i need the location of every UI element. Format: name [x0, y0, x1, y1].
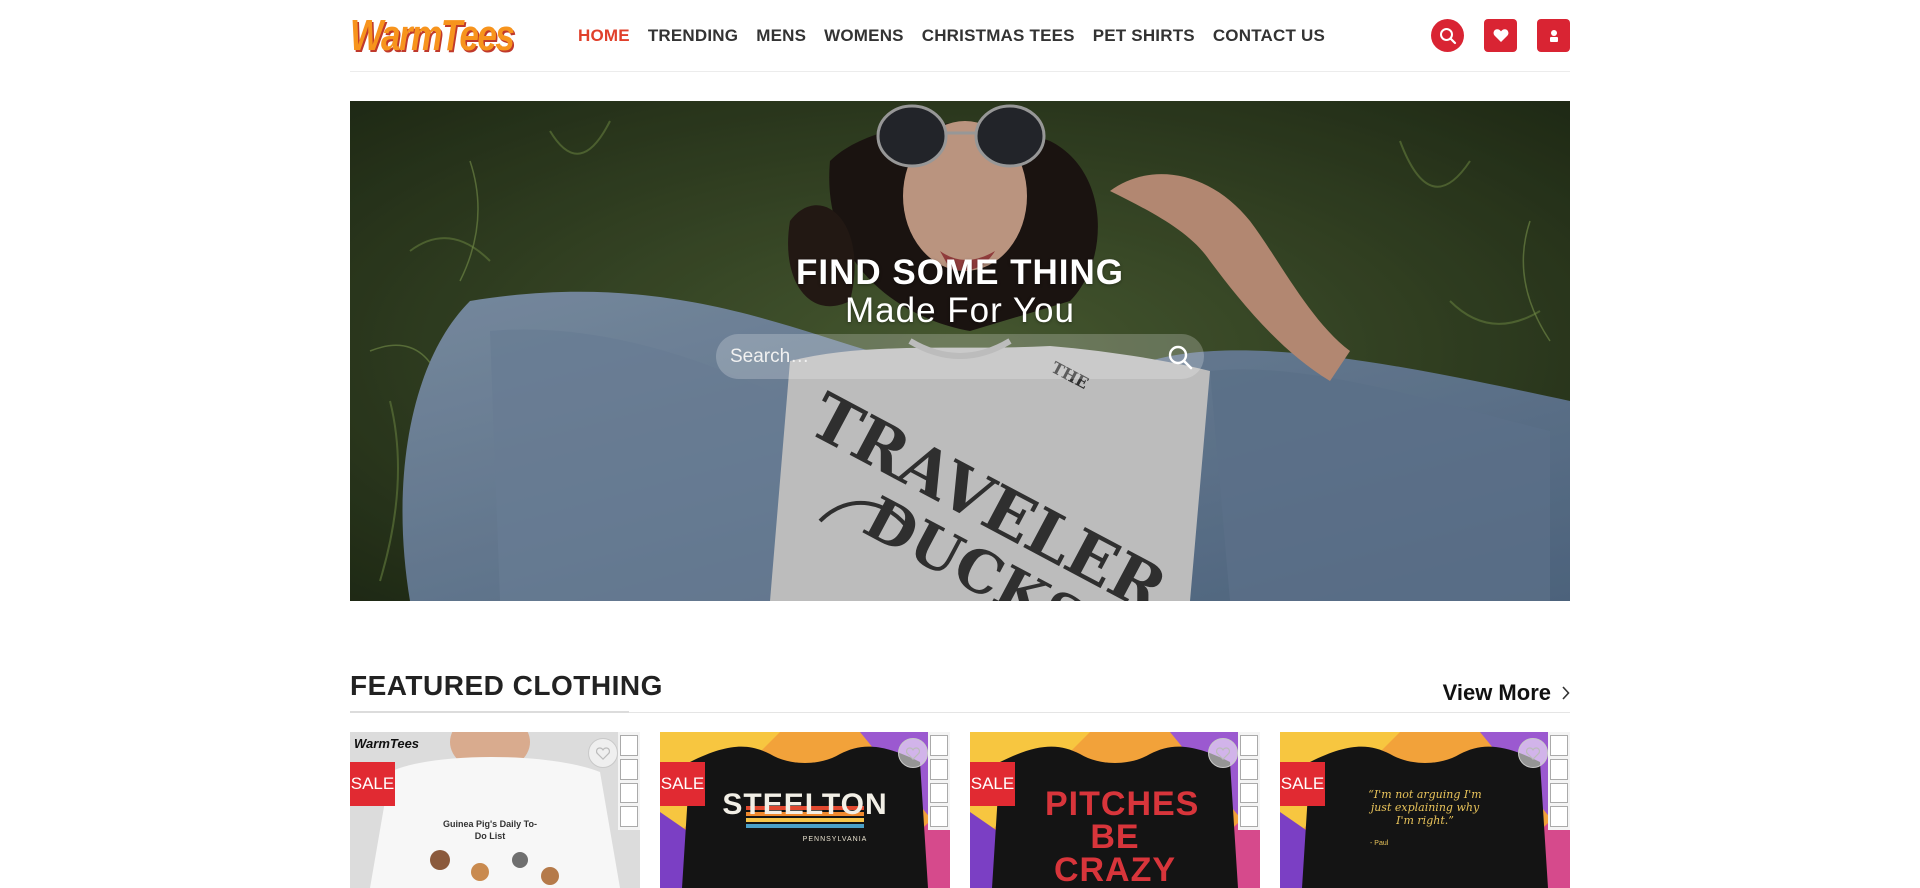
- variant-thumb[interactable]: [1550, 758, 1568, 780]
- hero-subtitle: Made For You: [845, 291, 1075, 330]
- search-button[interactable]: [1431, 19, 1464, 52]
- hero-title: FIND SOME THING: [795, 253, 1125, 292]
- nav-mens[interactable]: MENS: [756, 26, 806, 46]
- variant-thumb[interactable]: [930, 806, 948, 827]
- variant-thumb[interactable]: [930, 735, 948, 756]
- section-title-underline: [350, 711, 629, 713]
- heart-icon: [1493, 29, 1508, 42]
- chevron-right-icon: [1562, 686, 1570, 700]
- variant-thumb[interactable]: [620, 806, 638, 827]
- main-nav: HOME TRENDING MENS WOMENS CHRISTMAS TEES…: [578, 26, 1325, 46]
- heart-outline-icon: [906, 746, 920, 760]
- view-more-link[interactable]: View More: [1443, 680, 1570, 706]
- product-card[interactable]: WarmTees Guinea Pig's Daily To-Do List S…: [350, 732, 640, 888]
- sale-badge: SALE: [970, 762, 1015, 806]
- product-card[interactable]: STEELTON PENNSYLVANIA SALE: [660, 732, 950, 888]
- nav-home[interactable]: HOME: [578, 26, 630, 46]
- sale-badge: SALE: [1280, 762, 1325, 806]
- user-icon: [1549, 29, 1558, 42]
- shirt-logo: WarmTees: [354, 736, 420, 751]
- variant-thumb[interactable]: [1550, 806, 1568, 827]
- wishlist-toggle[interactable]: [1518, 738, 1548, 768]
- shirt-print-text: Guinea Pig's Daily To-Do List: [443, 819, 537, 841]
- header-actions: [1431, 19, 1570, 52]
- wishlist-toggle[interactable]: [588, 738, 618, 768]
- heart-outline-icon: [1526, 746, 1540, 760]
- variant-thumb[interactable]: [1240, 735, 1258, 756]
- variant-thumb[interactable]: [1240, 806, 1258, 827]
- wishlist-toggle[interactable]: [898, 738, 928, 768]
- site-header: WarmTees HOME TRENDING MENS WOMENS CHRIS…: [350, 0, 1570, 72]
- wishlist-button[interactable]: [1484, 19, 1517, 52]
- featured-section-title: FEATURED CLOTHING: [350, 670, 663, 701]
- shirt-print-text: “I'm not arguing I'm just explaining why…: [1368, 788, 1482, 827]
- shirt-print-subtext: - Paul: [1370, 840, 1389, 847]
- nav-contact-us[interactable]: CONTACT US: [1213, 26, 1325, 46]
- variant-thumbnails: [1238, 732, 1260, 830]
- hero-search-input[interactable]: [716, 334, 1146, 379]
- variant-thumb[interactable]: [620, 758, 638, 780]
- heart-outline-icon: [1216, 746, 1230, 760]
- sale-badge: SALE: [350, 762, 395, 806]
- variant-thumb[interactable]: [620, 735, 638, 756]
- product-card[interactable]: “I'm not arguing I'm just explaining why…: [1280, 732, 1570, 888]
- hero-search-bar: [716, 334, 1204, 379]
- variant-thumb[interactable]: [930, 782, 948, 804]
- search-submit-icon[interactable]: [1166, 343, 1194, 371]
- sale-badge: SALE: [660, 762, 705, 806]
- shirt-print-text: PITCHES BE CRAZY: [1045, 785, 1200, 888]
- wishlist-toggle[interactable]: [1208, 738, 1238, 768]
- account-button[interactable]: [1537, 19, 1570, 52]
- logo-text: WarmTees: [350, 11, 515, 60]
- variant-thumbnails: [1548, 732, 1570, 830]
- heart-outline-icon: [596, 746, 610, 760]
- variant-thumb[interactable]: [1550, 782, 1568, 804]
- site-logo[interactable]: WarmTees: [350, 12, 542, 60]
- product-card[interactable]: PITCHES BE CRAZY SALE: [970, 732, 1260, 888]
- nav-womens[interactable]: WOMENS: [824, 26, 904, 46]
- search-icon: [1439, 27, 1456, 44]
- variant-thumb[interactable]: [1550, 735, 1568, 756]
- variant-thumb[interactable]: [1240, 758, 1258, 780]
- shirt-print-subtext: PENNSYLVANIA: [802, 836, 868, 843]
- nav-trending[interactable]: TRENDING: [648, 26, 738, 46]
- variant-thumbnails: [928, 732, 950, 830]
- nav-christmas-tees[interactable]: CHRISTMAS TEES: [922, 26, 1075, 46]
- variant-thumbnails: [618, 732, 640, 830]
- variant-thumb[interactable]: [1240, 782, 1258, 804]
- view-more-label: View More: [1442, 680, 1551, 705]
- nav-pet-shirts[interactable]: PET SHIRTS: [1093, 26, 1195, 46]
- variant-thumb[interactable]: [620, 782, 638, 804]
- hero-banner: TRAVELER DUCKS THE FIND SOME THING Made …: [350, 101, 1570, 601]
- variant-thumb[interactable]: [930, 758, 948, 780]
